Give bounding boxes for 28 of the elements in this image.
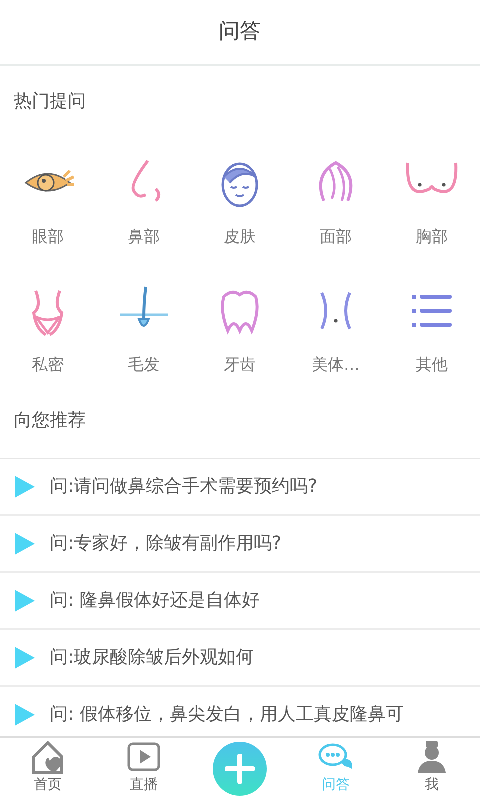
category-button[interactable]: 面部 (288, 155, 384, 249)
category-button[interactable]: 其他 (384, 283, 480, 377)
category-button[interactable]: 牙齿 (192, 283, 288, 377)
category-button[interactable]: 美体… (288, 283, 384, 377)
play-icon (14, 646, 36, 670)
category-button[interactable]: 鼻部 (96, 155, 192, 249)
category-button[interactable]: 眼部 (0, 155, 96, 249)
play-icon (14, 532, 36, 556)
tab[interactable]: 首页 (0, 738, 96, 800)
add-button[interactable] (213, 742, 267, 796)
question-item[interactable]: 问:专家好，除皱有副作用吗? (0, 516, 480, 573)
category-button[interactable]: 胸部 (384, 155, 480, 249)
home-heart-icon (30, 739, 66, 775)
section-title: 热门提问 (14, 91, 86, 112)
question-item[interactable]: 问:请问做鼻综合手术需要预约吗? (0, 459, 480, 516)
question-item[interactable]: 问: 隆鼻假体好还是自体好 (0, 573, 480, 630)
tab[interactable]: 我 (384, 738, 480, 800)
category-button[interactable]: 皮肤 (192, 155, 288, 249)
question-item[interactable]: 问:玻尿酸除皱后外观如何 (0, 630, 480, 687)
play-icon (14, 588, 36, 612)
tab[interactable]: 直播 (96, 738, 192, 800)
category-button[interactable]: 毛发 (96, 283, 192, 377)
play-icon (14, 474, 36, 498)
page-title: 问答 (219, 18, 261, 46)
section-title: 向您推荐 (14, 410, 86, 431)
play-icon (14, 702, 36, 726)
plus-icon (225, 754, 255, 784)
category-button[interactable]: 私密 (0, 283, 96, 377)
